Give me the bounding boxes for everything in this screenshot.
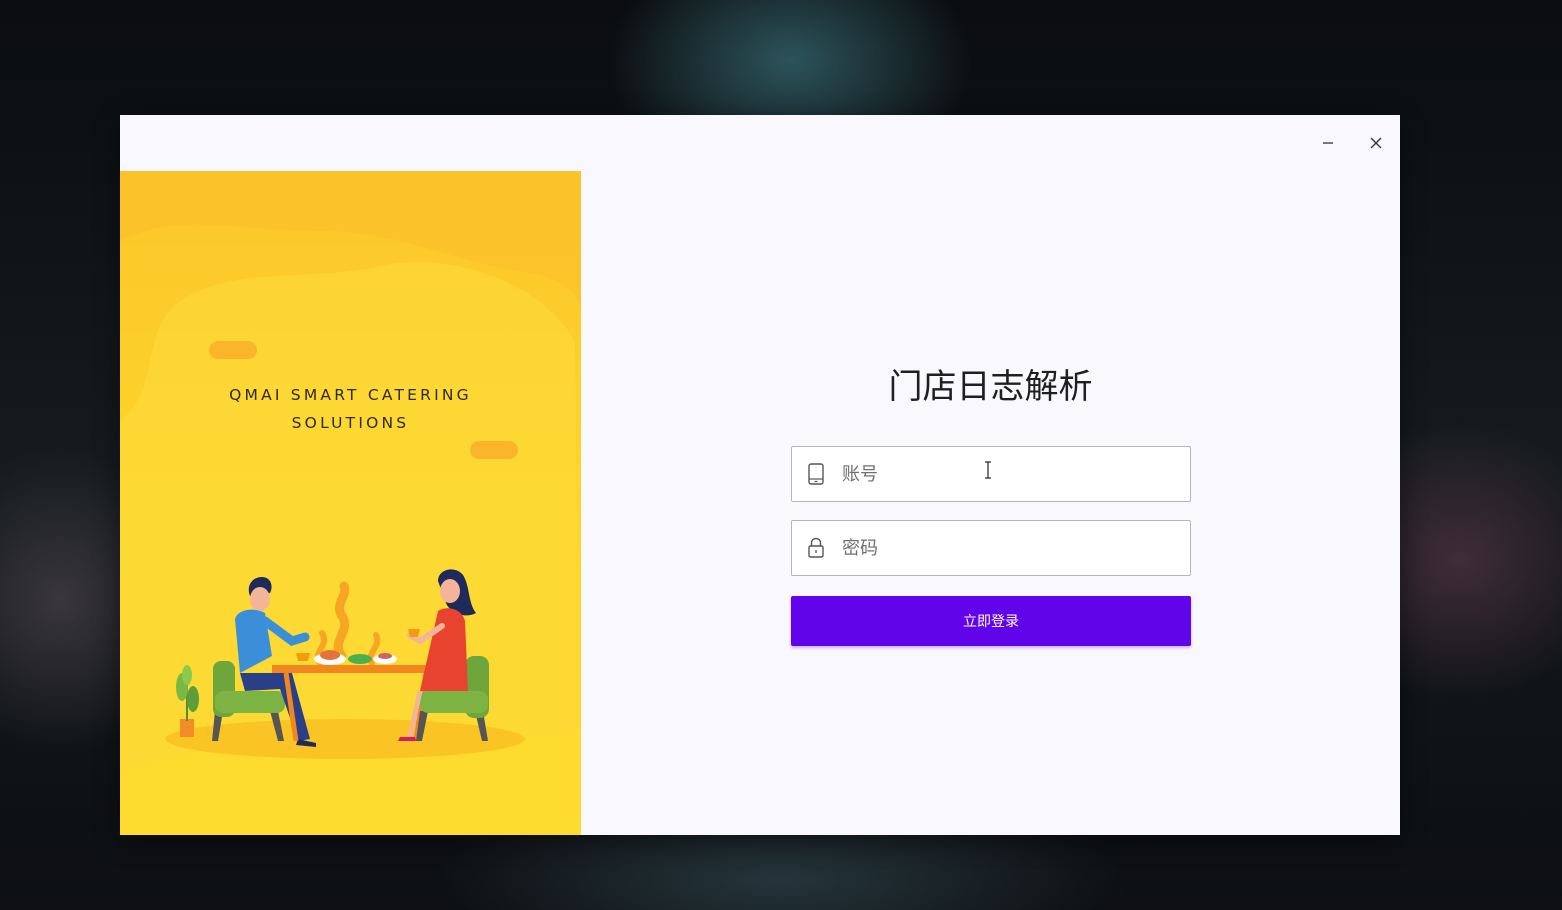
phone-icon	[808, 463, 824, 485]
login-area: 门店日志解析 账号 立即登录	[581, 171, 1400, 835]
account-input[interactable]	[842, 447, 1172, 501]
slogan: QMAI SMART CATERING SOLUTIONS	[120, 381, 581, 437]
ibeam-cursor-icon	[985, 461, 991, 479]
minimize-button[interactable]	[1312, 129, 1344, 157]
slogan-line-2: SOLUTIONS	[291, 414, 410, 432]
close-button[interactable]	[1360, 129, 1392, 157]
desktop-background: QMAI SMART CATERING SOLUTIONS 门店日志解析 账号 …	[0, 0, 1562, 910]
login-window: QMAI SMART CATERING SOLUTIONS 门店日志解析 账号 …	[120, 115, 1400, 835]
lock-icon	[808, 537, 824, 558]
dining-illustration	[165, 569, 525, 759]
password-field[interactable]	[791, 520, 1191, 576]
minimize-icon	[1323, 142, 1333, 144]
slogan-line-1: QMAI SMART CATERING	[229, 386, 472, 404]
password-input[interactable]	[842, 521, 1172, 575]
promo-panel: QMAI SMART CATERING SOLUTIONS	[120, 171, 581, 835]
login-button[interactable]: 立即登录	[791, 596, 1191, 646]
decor-bubble-1	[209, 341, 257, 359]
title-bar[interactable]	[120, 115, 1400, 171]
close-icon	[1370, 137, 1382, 149]
page-title: 门店日志解析	[888, 367, 1093, 407]
